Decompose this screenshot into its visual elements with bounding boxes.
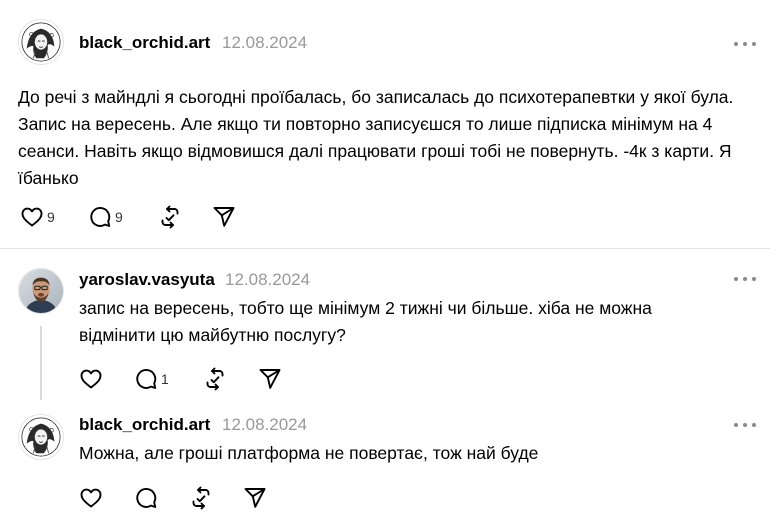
reply-count: 1 bbox=[161, 371, 169, 387]
send-icon bbox=[212, 205, 236, 229]
repost-icon bbox=[158, 205, 182, 229]
username[interactable]: yaroslav.vasyuta bbox=[79, 270, 215, 290]
share-button[interactable] bbox=[243, 485, 267, 511]
heart-icon bbox=[79, 486, 103, 510]
more-dots-icon[interactable] bbox=[734, 39, 756, 49]
username[interactable]: black_orchid.art bbox=[79, 415, 210, 435]
reply-post: black_orchid.art 12.08.2024 Можна, але г… bbox=[0, 400, 770, 521]
avatar[interactable] bbox=[18, 414, 64, 460]
repost-button[interactable] bbox=[158, 204, 182, 230]
thread-line bbox=[40, 326, 42, 400]
heart-icon bbox=[79, 367, 103, 391]
reply-button[interactable]: 1 bbox=[134, 366, 169, 392]
post-actions bbox=[79, 485, 279, 511]
heart-icon bbox=[20, 205, 44, 229]
username[interactable]: black_orchid.art bbox=[79, 33, 210, 53]
reply-post: yaroslav.vasyuta 12.08.2024 запис на вер… bbox=[0, 249, 770, 399]
share-button[interactable] bbox=[212, 204, 236, 230]
post-main: black_orchid.art 12.08.2024 До речі з ма… bbox=[0, 0, 770, 248]
post-date: 12.08.2024 bbox=[222, 33, 308, 52]
post-date: 12.08.2024 bbox=[222, 415, 308, 434]
more-dots-icon[interactable] bbox=[734, 420, 756, 430]
like-button[interactable] bbox=[79, 366, 103, 392]
avatar-image bbox=[19, 269, 63, 313]
post-text: Можна, але гроші платформа не повертає, … bbox=[79, 443, 539, 463]
reply-count: 9 bbox=[115, 209, 123, 225]
post-text: запис на вересень, тобто ще мінімум 2 ти… bbox=[79, 298, 652, 345]
like-button[interactable]: 9 bbox=[20, 204, 55, 230]
avatar[interactable] bbox=[18, 268, 64, 314]
post-text: До речі з майндлі я сьогодні проїбалась,… bbox=[18, 87, 734, 188]
send-icon bbox=[258, 367, 282, 391]
comment-icon bbox=[134, 367, 158, 391]
like-count: 9 bbox=[47, 209, 55, 225]
avatar-image bbox=[19, 415, 63, 459]
reply-button[interactable] bbox=[134, 485, 158, 511]
reply-button[interactable]: 9 bbox=[88, 204, 123, 230]
more-dots-icon[interactable] bbox=[734, 274, 756, 284]
share-button[interactable] bbox=[258, 366, 282, 392]
repost-button[interactable] bbox=[189, 485, 213, 511]
send-icon bbox=[243, 486, 267, 510]
repost-button[interactable] bbox=[203, 366, 227, 392]
post-actions: 1 bbox=[79, 366, 299, 392]
post-actions: 9 9 bbox=[20, 204, 260, 230]
avatar-image bbox=[19, 20, 63, 64]
comment-icon bbox=[134, 486, 158, 510]
repost-icon bbox=[189, 486, 213, 510]
repost-icon bbox=[203, 367, 227, 391]
comment-icon bbox=[88, 205, 112, 229]
post-date: 12.08.2024 bbox=[225, 270, 311, 289]
avatar[interactable] bbox=[18, 19, 64, 65]
like-button[interactable] bbox=[79, 485, 103, 511]
